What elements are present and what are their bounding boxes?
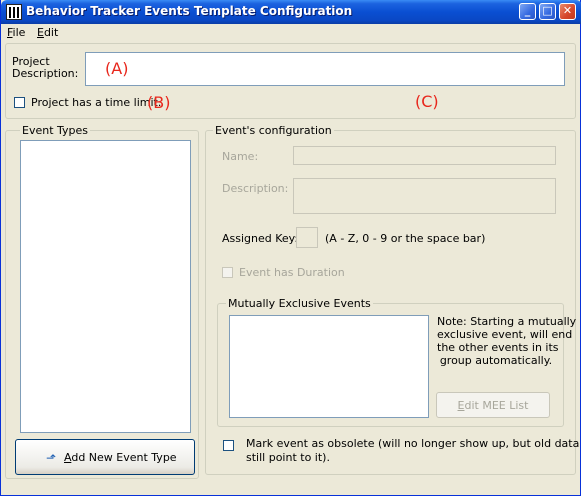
name-label: Name: bbox=[222, 150, 259, 163]
edit-mee-list-button[interactable]: Edit MEE List bbox=[436, 392, 550, 418]
mee-note-line3: the other events in its bbox=[437, 341, 559, 354]
menu-edit-label: dit bbox=[43, 26, 59, 39]
has-duration-label: Event has Duration bbox=[239, 266, 345, 279]
title-bar[interactable]: Behavior Tracker Events Template Configu… bbox=[1, 0, 581, 24]
add-arrow-icon: ⬏ bbox=[46, 451, 57, 465]
has-duration-checkbox[interactable] bbox=[222, 267, 233, 278]
add-event-type-button[interactable]: ⬏ Add New Event Type bbox=[15, 439, 195, 475]
window-title: Behavior Tracker Events Template Configu… bbox=[26, 4, 353, 18]
obsolete-label-line2: still point to it). bbox=[246, 451, 330, 464]
assigned-key-label: Assigned Key: bbox=[222, 232, 299, 245]
annotation-c: (C) bbox=[415, 92, 439, 111]
time-limit-label: Project has a time limit. bbox=[31, 96, 162, 109]
assigned-key-hint: (A - Z, 0 - 9 or the space bar) bbox=[325, 232, 486, 245]
event-config-title: Event's configuration bbox=[213, 124, 334, 137]
event-types-list[interactable] bbox=[20, 140, 191, 433]
edit-mee-rest: dit MEE List bbox=[464, 399, 529, 412]
app-icon bbox=[6, 4, 22, 20]
edit-mee-label: Edit MEE List bbox=[437, 399, 549, 412]
mee-title: Mutually Exclusive Events bbox=[226, 297, 373, 310]
add-event-type-rest: dd New Event Type bbox=[71, 451, 177, 464]
maximize-button[interactable]: □ bbox=[539, 3, 556, 20]
project-description-input[interactable] bbox=[85, 52, 565, 86]
menu-file-label: ile bbox=[12, 26, 26, 39]
assigned-key-input[interactable] bbox=[296, 227, 318, 248]
add-event-type-label: Add New Event Type bbox=[64, 451, 177, 464]
name-input[interactable] bbox=[293, 146, 556, 165]
mee-note-line4: group automatically. bbox=[439, 354, 553, 367]
mee-note-line1: Note: Starting a mutually bbox=[437, 315, 577, 328]
time-limit-checkbox[interactable] bbox=[14, 97, 25, 108]
description-input[interactable] bbox=[293, 178, 556, 214]
project-description-label-2: Description: bbox=[12, 67, 79, 80]
menu-bar: File Edit bbox=[1, 24, 580, 41]
obsolete-label-line1: Mark event as obsolete (will no longer s… bbox=[246, 437, 581, 450]
main-window: Behavior Tracker Events Template Configu… bbox=[0, 0, 581, 496]
menu-edit[interactable]: Edit bbox=[37, 26, 58, 39]
close-button[interactable]: ✕ bbox=[559, 3, 576, 20]
mee-list[interactable] bbox=[229, 315, 429, 418]
obsolete-checkbox[interactable] bbox=[223, 440, 234, 451]
menu-edit-mnemonic: E bbox=[37, 26, 44, 39]
annotation-a: (A) bbox=[105, 59, 129, 78]
menu-file[interactable]: File bbox=[7, 26, 25, 39]
mee-note-line2: exclusive event, will end bbox=[437, 328, 573, 341]
event-types-title: Event Types bbox=[20, 124, 91, 137]
description-label: Description: bbox=[222, 182, 289, 195]
minimize-button[interactable]: _ bbox=[519, 3, 536, 20]
annotation-b: (B) bbox=[147, 93, 171, 112]
